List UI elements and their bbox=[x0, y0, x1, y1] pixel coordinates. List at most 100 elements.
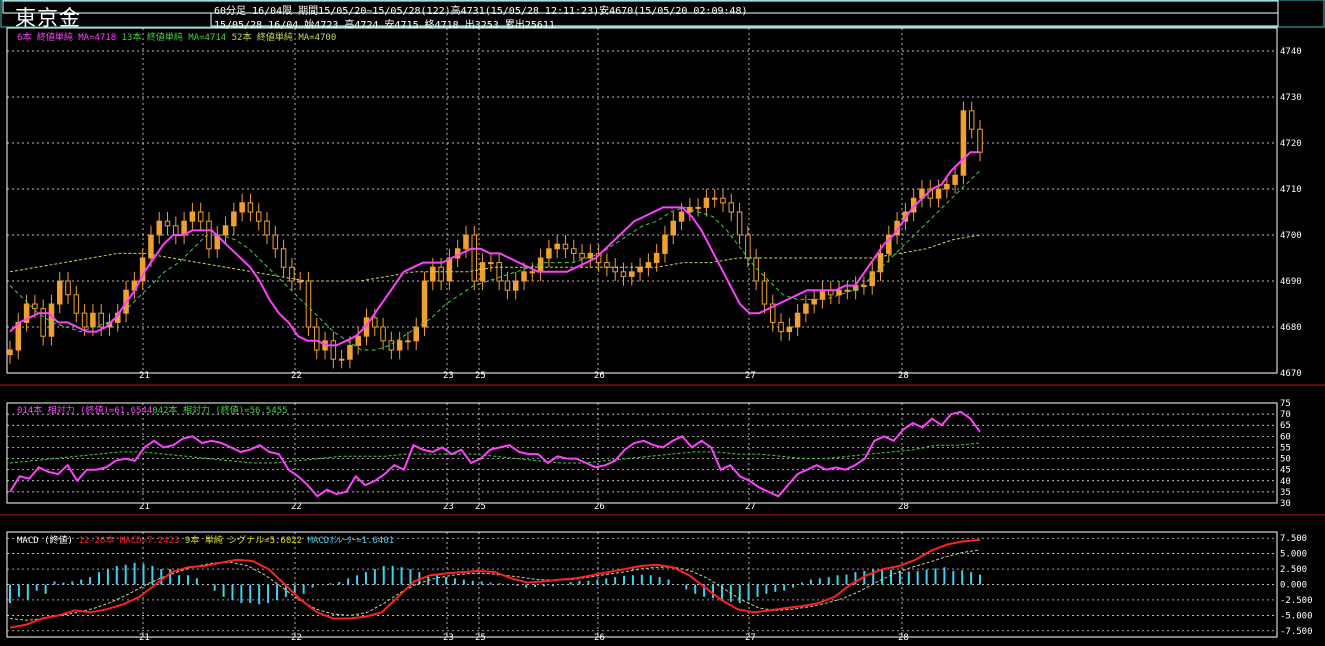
chart-window: 21 22 23 25 26 27 28 21 22 23 25 26 27 28 21 22 23 25 26 27… bbox=[0, 0, 1325, 646]
ma-13-line bbox=[9, 170, 981, 351]
candle-body bbox=[73, 294, 80, 314]
x-tick-label: 26 bbox=[594, 502, 605, 512]
x-tick-label: 25 bbox=[475, 371, 486, 381]
price-tick-label: 4720 bbox=[1280, 139, 1302, 149]
legend-rsi-14: 014本 相対力 (終値)=61.6544 bbox=[17, 406, 153, 416]
x-tick-label: 27 bbox=[745, 502, 756, 512]
candle-body bbox=[396, 340, 403, 351]
candle-body bbox=[280, 248, 287, 268]
x-tick-label: 22 bbox=[291, 371, 302, 381]
legend-ma-52: 52本 終値単純 MA=4700 bbox=[231, 33, 337, 43]
candle-body bbox=[960, 110, 967, 176]
latest-bar-info: 15/05/28 16/04 始4723 高4724 安4715 終4718 出… bbox=[214, 20, 555, 31]
candle-body bbox=[861, 285, 867, 288]
x-tick-label: 27 bbox=[745, 371, 756, 381]
candle-body bbox=[952, 174, 958, 185]
candle-body bbox=[438, 266, 444, 282]
x-tick-label: 28 bbox=[898, 502, 909, 512]
candle-body bbox=[7, 349, 13, 356]
period-info: 60分足 16/04限 期間15/05/20~15/05/28(122)高473… bbox=[214, 6, 748, 17]
candle-body bbox=[811, 298, 817, 305]
candle-body bbox=[90, 312, 96, 328]
legend-macd-title: MACD (終値) bbox=[17, 536, 73, 546]
candle-body bbox=[703, 197, 710, 208]
ma-52-line bbox=[9, 234, 981, 282]
candle-body bbox=[330, 340, 337, 360]
rsi-tick-label: 30 bbox=[1280, 499, 1291, 509]
candle-body bbox=[844, 289, 851, 292]
instrument-title: 東京金 bbox=[15, 6, 81, 30]
candle-body bbox=[836, 289, 842, 296]
price-tick-label: 4680 bbox=[1280, 323, 1302, 333]
candle-body bbox=[338, 358, 345, 361]
candle-body bbox=[297, 280, 303, 283]
rsi-tick-label: 70 bbox=[1280, 410, 1291, 420]
candle-body bbox=[637, 266, 643, 273]
macd-line bbox=[9, 539, 981, 629]
macd-tick-label: -2.500 bbox=[1280, 596, 1313, 606]
x-tick-label: 28 bbox=[898, 371, 909, 381]
candle-body bbox=[794, 312, 801, 328]
x-tick-label: 21 bbox=[139, 371, 150, 381]
rsi-tick-label: 50 bbox=[1280, 455, 1291, 465]
x-tick-label: 21 bbox=[139, 633, 150, 643]
candle-body bbox=[413, 326, 419, 342]
candle-body bbox=[612, 266, 618, 273]
price-tick-label: 4670 bbox=[1280, 369, 1302, 379]
macd-tick-label: 5.000 bbox=[1280, 550, 1307, 560]
macd-tick-label: -7.500 bbox=[1280, 627, 1313, 637]
candle-body bbox=[695, 206, 701, 209]
candle-body bbox=[968, 110, 975, 130]
candle-body bbox=[264, 220, 270, 236]
rsi-tick-label: 60 bbox=[1280, 432, 1291, 442]
macd-tick-label: 2.500 bbox=[1280, 565, 1307, 575]
candle-body bbox=[512, 280, 519, 291]
x-tick-label: 22 bbox=[291, 633, 302, 643]
candle-body bbox=[388, 340, 395, 351]
x-tick-label: 21 bbox=[139, 502, 150, 512]
macd-tick-label: -5.000 bbox=[1280, 611, 1313, 621]
candle-body bbox=[231, 211, 237, 227]
candle-body bbox=[479, 262, 486, 282]
candle-body bbox=[546, 248, 552, 259]
candle-body bbox=[421, 280, 428, 328]
rsi-legend: 014本 相対力 (終値)=61.6544042本 相対力 (終値)=56.54… bbox=[17, 403, 288, 416]
candle-body bbox=[786, 326, 793, 333]
macd-tick-label: 7.500 bbox=[1280, 534, 1307, 544]
macd-tick-label: 0.000 bbox=[1280, 581, 1307, 591]
x-tick-label: 25 bbox=[475, 633, 486, 643]
candle-body bbox=[562, 243, 569, 250]
rsi-tick-label: 75 bbox=[1280, 399, 1291, 409]
macd-legend: MACD (終値) 12-26本 MACD=7.2423 9本 単純 シグナル=… bbox=[17, 533, 394, 546]
candle-body bbox=[32, 303, 38, 310]
candle-body bbox=[430, 266, 436, 282]
price-tick-label: 4690 bbox=[1280, 277, 1302, 287]
legend-ma-6: 6本 終値単純 MA=4718 bbox=[17, 33, 117, 43]
price-tick-label: 4740 bbox=[1280, 47, 1302, 57]
candle-body bbox=[471, 234, 478, 282]
legend-signal: 9本 単純 シグナル=5.6022 bbox=[184, 536, 303, 546]
ma-6-line bbox=[9, 151, 980, 347]
candle-body bbox=[662, 234, 668, 254]
candle-body bbox=[653, 252, 660, 264]
x-tick-label: 22 bbox=[291, 502, 302, 512]
x-tick-label: 23 bbox=[443, 371, 454, 381]
candle-body bbox=[313, 326, 320, 351]
price-tick-label: 4730 bbox=[1280, 93, 1302, 103]
candle-body bbox=[305, 280, 312, 328]
price-tick-label: 4700 bbox=[1280, 231, 1302, 241]
candle-body bbox=[173, 225, 179, 236]
price-panel-border bbox=[6, 27, 1278, 374]
candle-body bbox=[189, 211, 196, 222]
candle-body bbox=[944, 183, 950, 190]
candle-body bbox=[255, 211, 262, 222]
candle-body bbox=[645, 262, 652, 268]
candle-body bbox=[197, 211, 204, 222]
candle-body bbox=[761, 280, 768, 305]
candle-body bbox=[463, 234, 469, 250]
candle-body bbox=[745, 234, 751, 259]
x-tick-label: 23 bbox=[443, 633, 454, 643]
candle-body bbox=[819, 289, 826, 300]
candle-body bbox=[629, 271, 635, 277]
candle-body bbox=[977, 128, 983, 153]
